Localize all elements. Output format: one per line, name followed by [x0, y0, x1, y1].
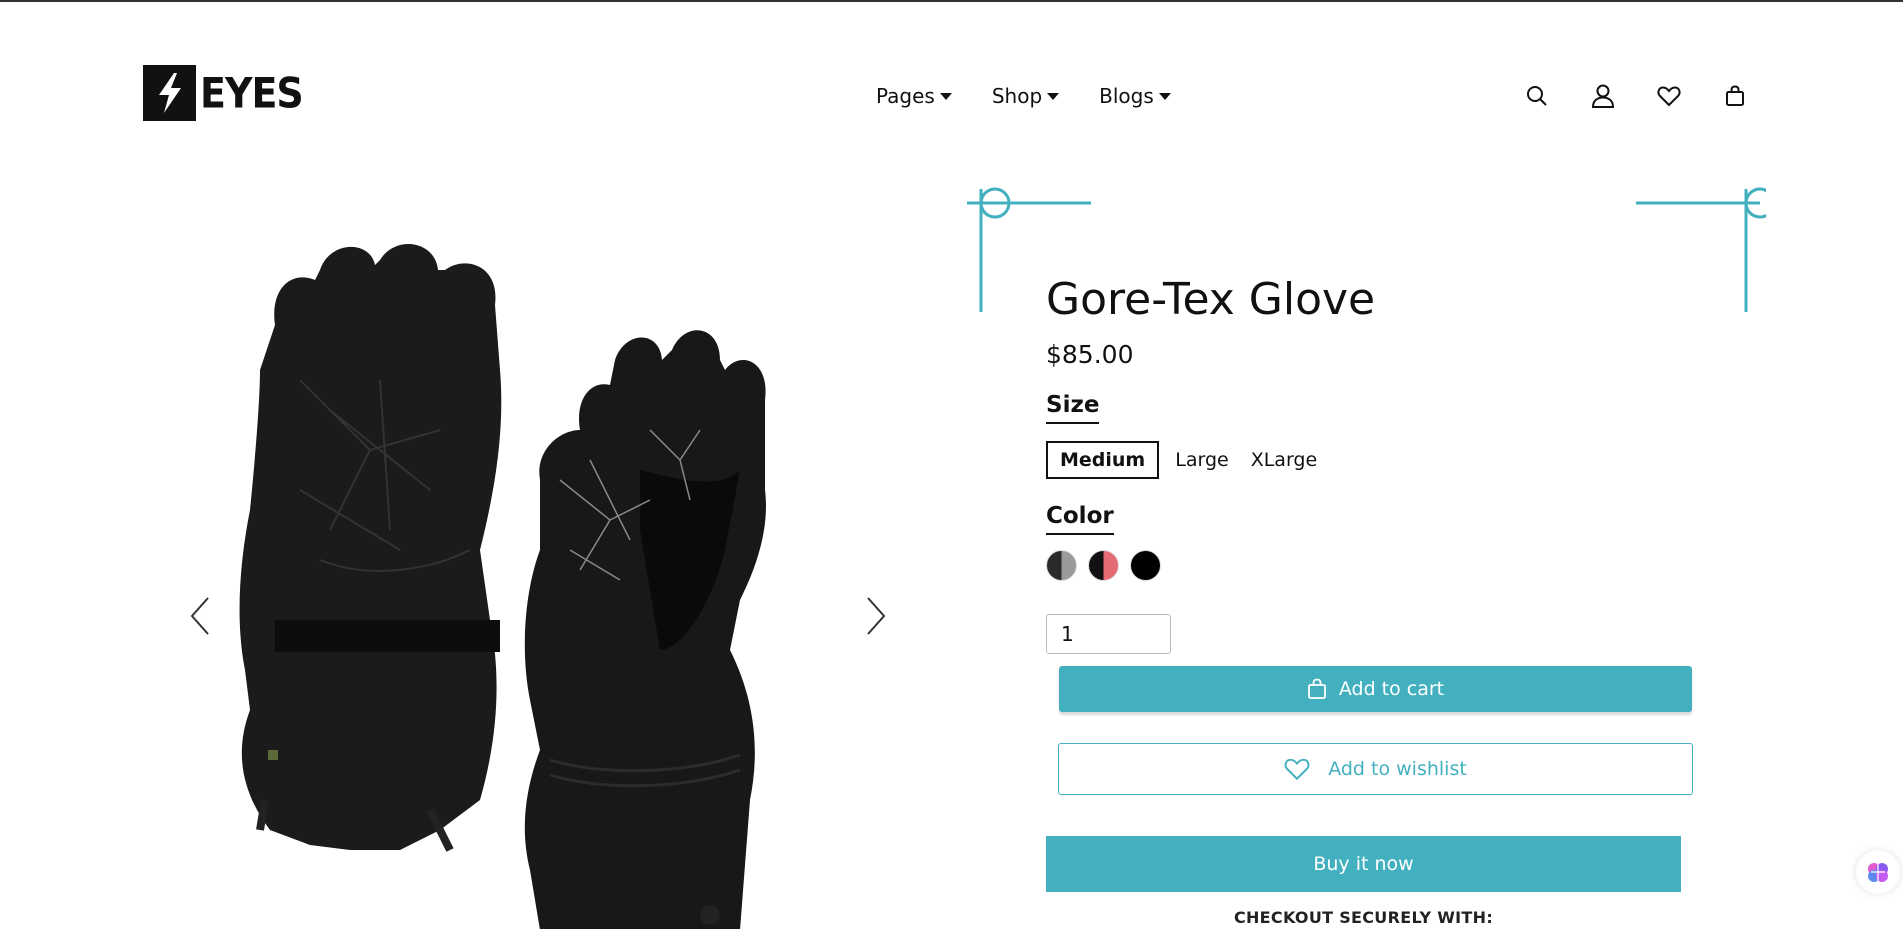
add-to-wishlist-label: Add to wishlist [1328, 758, 1467, 780]
nav-shop[interactable]: Shop [991, 84, 1060, 108]
color-swatch-black[interactable] [1130, 550, 1161, 581]
caret-down-icon [1158, 92, 1171, 100]
nav-pages[interactable]: Pages [876, 84, 952, 108]
color-swatch-black-grey[interactable] [1046, 550, 1077, 581]
caret-down-icon [939, 92, 952, 100]
header-actions [1524, 83, 1748, 109]
add-to-cart-label: Add to cart [1338, 678, 1445, 700]
add-to-cart-button[interactable]: Add to cart [1059, 666, 1692, 712]
brand-logo[interactable]: EYES [143, 65, 304, 121]
account-icon[interactable] [1590, 83, 1616, 109]
heart-icon [1284, 758, 1310, 781]
size-options: Medium Large XLarge [1046, 441, 1323, 479]
color-label: Color [1046, 503, 1114, 535]
size-label: Size [1046, 392, 1100, 424]
caret-down-icon [1047, 92, 1060, 100]
wishlist-heart-icon[interactable] [1656, 83, 1682, 109]
add-to-wishlist-button[interactable]: Add to wishlist [1058, 743, 1693, 795]
nav-pages-label: Pages [876, 84, 935, 108]
size-option-xlarge[interactable]: XLarge [1245, 443, 1323, 477]
nav-blogs[interactable]: Blogs [1099, 84, 1171, 108]
size-option-medium[interactable]: Medium [1046, 441, 1160, 479]
glove-right-image [524, 330, 766, 929]
color-swatches [1046, 550, 1161, 581]
checkout-securely-text: CHECKOUT SECURELY WITH: [1233, 908, 1494, 927]
quantity-input[interactable] [1046, 614, 1171, 654]
logo-text: EYES [200, 68, 304, 118]
main-nav: Pages Shop Blogs [876, 84, 1171, 108]
product-image [180, 230, 900, 929]
decorative-corner-right [1636, 187, 1766, 312]
assistant-brain-icon[interactable] [1856, 850, 1900, 894]
search-icon[interactable] [1524, 83, 1550, 109]
glove-left-image [239, 243, 502, 852]
bag-icon [1307, 678, 1326, 699]
size-option-large[interactable]: Large [1169, 443, 1234, 477]
cart-bag-icon[interactable] [1722, 83, 1748, 109]
product-title: Gore-Tex Glove [1046, 274, 1376, 325]
color-swatch-black-red[interactable] [1088, 550, 1119, 581]
top-border [0, 0, 1903, 2]
nav-blogs-label: Blogs [1099, 84, 1154, 108]
lightning-logo-icon [143, 65, 196, 121]
next-image-arrow-icon[interactable] [860, 594, 890, 638]
prev-image-arrow-icon[interactable] [186, 594, 216, 638]
nav-shop-label: Shop [991, 84, 1043, 108]
buy-now-button[interactable]: Buy it now [1046, 836, 1681, 892]
product-price: $85.00 [1046, 340, 1134, 369]
